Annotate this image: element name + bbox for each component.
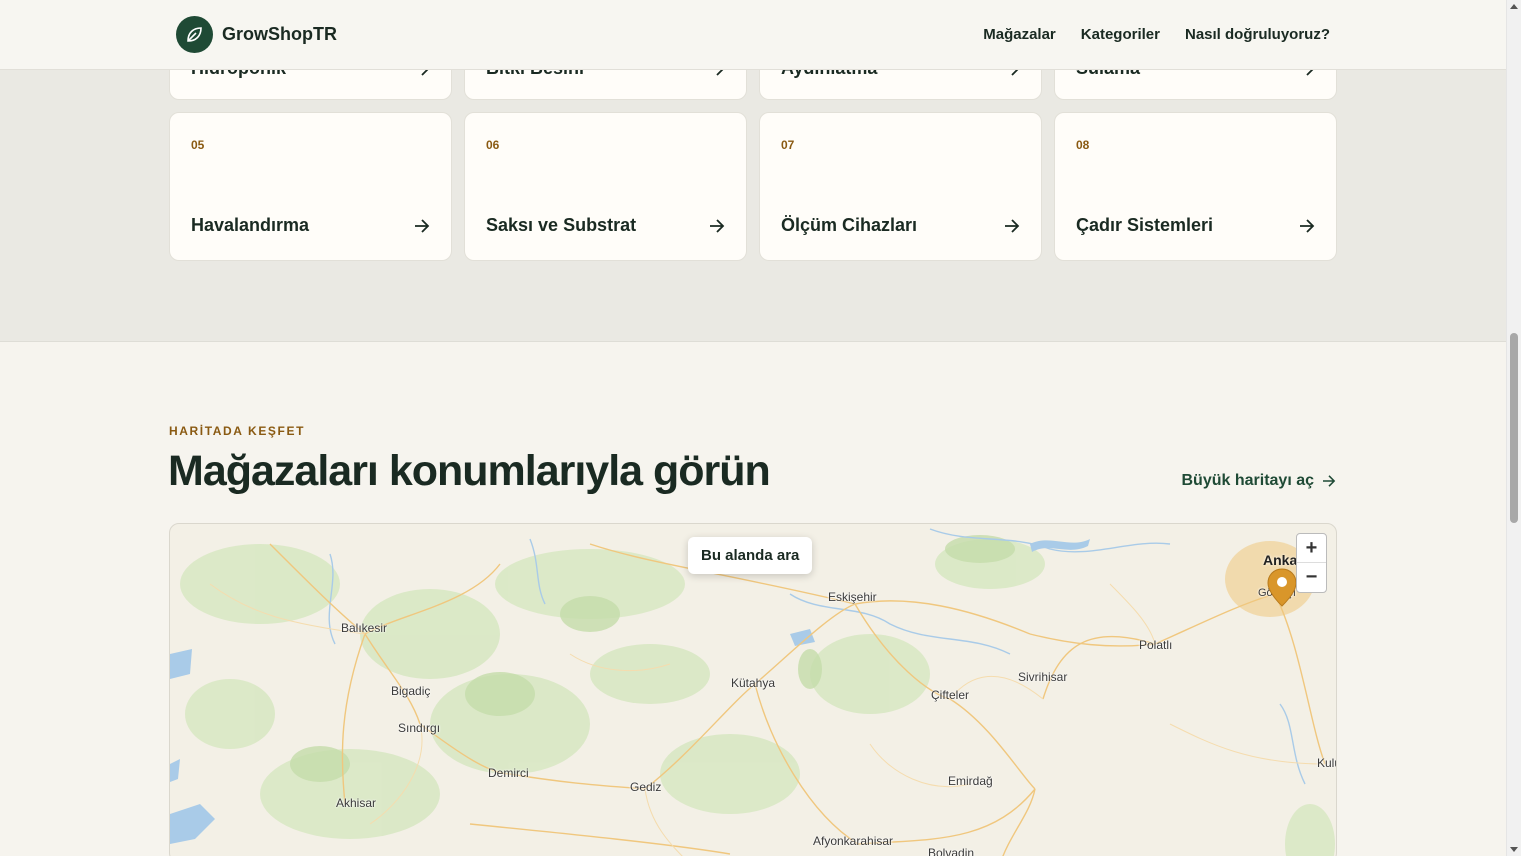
site-header: GrowShopTR Mağazalar Kategoriler Nasıl d… <box>0 0 1506 70</box>
main-nav: Mağazalar Kategoriler Nasıl doğruluyoruz… <box>983 26 1330 43</box>
store-map[interactable]: Eskişehir Balıkesir Polatlı Sivrihisar K… <box>169 523 1337 856</box>
scroll-up-arrow-icon[interactable] <box>1510 4 1518 9</box>
category-number: 08 <box>1076 138 1090 152</box>
arrow-right-icon <box>415 219 430 233</box>
brand-name[interactable]: GrowShopTR <box>222 24 337 45</box>
category-number: 06 <box>486 138 500 152</box>
category-card-saksi-substrat[interactable]: 06 Saksı ve Substrat <box>464 112 747 261</box>
nav-link-kategoriler[interactable]: Kategoriler <box>1081 26 1160 43</box>
open-big-map-label: Büyük haritayı aç <box>1181 472 1315 489</box>
category-title: Çadır Sistemleri <box>1076 215 1214 235</box>
city-label-ankara: Anka <box>1263 552 1298 568</box>
scrollbar-thumb[interactable] <box>1510 333 1518 523</box>
category-title: Saksı ve Substrat <box>486 215 637 235</box>
zoom-in-button[interactable]: + <box>1297 534 1326 563</box>
zoom-controls: + − <box>1296 533 1327 593</box>
arrow-right-icon <box>1005 219 1020 233</box>
city-label: Akhisar <box>336 796 377 810</box>
arrow-right-icon <box>710 219 725 233</box>
arrow-right-icon <box>1300 219 1315 233</box>
leaf-icon <box>187 27 202 42</box>
zoom-out-button[interactable]: − <box>1297 563 1326 592</box>
category-title: Ölçüm Cihazları <box>781 215 918 235</box>
city-label: Afyonkarahisar <box>813 834 894 848</box>
section-eyebrow: HARİTADA KEŞFET <box>169 424 305 438</box>
category-number: 07 <box>781 138 795 152</box>
page-scrollbar[interactable] <box>1506 0 1521 856</box>
city-label: Sivrihisar <box>1018 670 1068 684</box>
category-number: 05 <box>191 138 205 152</box>
city-label: Balıkesir <box>341 621 388 635</box>
city-label: Eskişehir <box>828 590 877 604</box>
city-label: Bolvadin <box>928 846 975 856</box>
arrow-right-icon <box>1323 475 1336 487</box>
city-label: Gediz <box>630 780 662 794</box>
city-label: Sındırgı <box>398 721 441 735</box>
page: Hidroponik Bitki Besini Aydınlatma Sulam… <box>0 0 1506 856</box>
city-label: Emirdağ <box>948 774 993 788</box>
scroll-down-arrow-icon[interactable] <box>1510 847 1518 852</box>
category-card-cadir-sistemleri[interactable]: 08 Çadır Sistemleri <box>1054 112 1337 261</box>
search-this-area-button[interactable]: Bu alanda ara <box>688 537 813 574</box>
open-big-map-link[interactable]: Büyük haritayı aç <box>1182 472 1337 490</box>
logo[interactable] <box>176 16 213 53</box>
city-label: Bigadiç <box>391 684 431 698</box>
store-marker-icon[interactable] <box>1267 568 1297 608</box>
city-label: Kulu <box>1317 756 1336 770</box>
city-label: Çifteler <box>931 688 970 702</box>
city-label: Demirci <box>488 766 529 780</box>
section-title: Mağazaları konumlarıyla görün <box>168 447 771 495</box>
nav-link-magazalar[interactable]: Mağazalar <box>983 26 1056 43</box>
category-card-olcum-cihazlari[interactable]: 07 Ölçüm Cihazları <box>759 112 1042 261</box>
category-card-havalandirma[interactable]: 05 Havalandırma <box>169 112 452 261</box>
city-label: Kütahya <box>731 676 776 690</box>
city-label: Polatlı <box>1139 638 1173 652</box>
nav-link-nasil-dogruluyoruz[interactable]: Nasıl doğruluyoruz? <box>1185 26 1330 43</box>
category-title: Havalandırma <box>191 215 310 235</box>
